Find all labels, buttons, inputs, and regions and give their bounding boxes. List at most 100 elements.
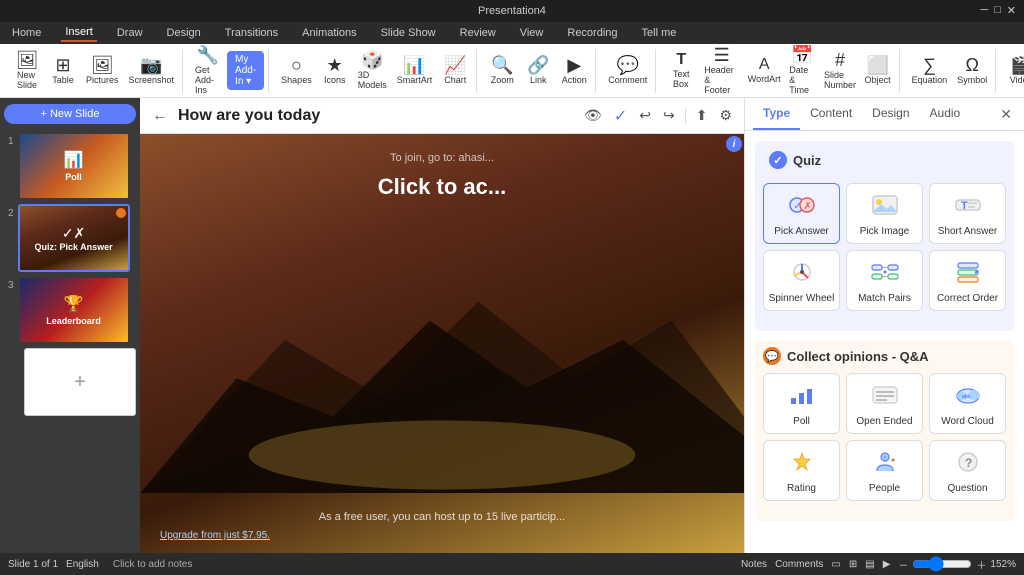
question-label: Question xyxy=(947,483,987,494)
correct-order-icon: ✓ xyxy=(954,261,982,289)
slide-item-1[interactable]: 1 📊 Poll xyxy=(4,132,136,200)
header-footer-button[interactable]: ☰ Header &Footer xyxy=(700,44,743,97)
slide-item-2[interactable]: 2 ✓✗ Quiz: Pick Answer xyxy=(4,204,136,272)
ribbon-tab-slideshow[interactable]: Slide Show xyxy=(377,25,440,41)
shapes-button[interactable]: ○ Shapes xyxy=(277,54,316,87)
title-bar-icons: ─ □ ✕ xyxy=(980,4,1016,17)
ribbon-tab-transitions[interactable]: Transitions xyxy=(221,25,282,41)
pick-answer-icon: ✓ ✗ xyxy=(788,194,816,222)
screenshot-button[interactable]: 📷 Screenshot xyxy=(125,54,179,87)
ribbon-tab-animations[interactable]: Animations xyxy=(298,25,360,41)
word-cloud-icon: abc xyxy=(954,384,982,412)
tab-type[interactable]: Type xyxy=(753,98,800,130)
notes-button[interactable]: Notes xyxy=(741,559,767,570)
pick-image-icon xyxy=(871,194,899,222)
canvas-area: ← How are you today 👁 ✓ ↩ ↪ ⬆ ⚙ To join,… xyxy=(140,98,744,553)
zoom-level[interactable]: 152% xyxy=(990,559,1016,570)
quiz-check-icon: ✓ xyxy=(769,151,787,169)
back-button[interactable]: ← xyxy=(150,105,170,127)
type-card-short-answer[interactable]: T Short Answer xyxy=(929,183,1006,244)
zoom-button[interactable]: 🔍 Zoom xyxy=(485,54,519,87)
table-button[interactable]: ⊞ Table xyxy=(46,54,80,87)
add-slide-button[interactable]: + xyxy=(24,348,136,416)
slide-badge-2 xyxy=(116,208,126,218)
short-answer-label: Short Answer xyxy=(938,226,997,237)
comments-button[interactable]: Comments xyxy=(775,559,823,570)
view-reading-icon[interactable]: ▤ xyxy=(865,559,874,570)
pictures-button[interactable]: 🖼 Pictures xyxy=(82,54,123,87)
add-ins-button[interactable]: 🔧 Get Add-Ins xyxy=(191,44,225,97)
date-time-button[interactable]: 📅 Date &Time xyxy=(785,44,819,97)
minimize-icon[interactable]: ─ xyxy=(980,4,988,17)
slide-item-3[interactable]: 3 🏆 Leaderboard xyxy=(4,276,136,344)
link-button[interactable]: 🔗 Link xyxy=(521,54,555,87)
equation-button[interactable]: ∑ Equation xyxy=(908,54,952,87)
open-ended-icon xyxy=(871,384,899,412)
type-card-correct-order[interactable]: ✓ Correct Order xyxy=(929,250,1006,311)
info-badge[interactable]: i xyxy=(726,136,742,152)
type-card-spinner-wheel[interactable]: Spinner Wheel xyxy=(763,250,840,311)
icons-button[interactable]: ★ Icons xyxy=(318,54,352,87)
type-card-open-ended[interactable]: Open Ended xyxy=(846,373,923,434)
chart-button[interactable]: 📈 Chart xyxy=(438,54,472,87)
tab-design[interactable]: Design xyxy=(862,98,919,130)
ribbon-tab-insert[interactable]: Insert xyxy=(61,24,97,42)
ribbon-tab-review[interactable]: Review xyxy=(456,25,500,41)
my-addins-button[interactable]: My Add-In ▾ xyxy=(227,51,264,90)
type-card-poll[interactable]: Poll xyxy=(763,373,840,434)
panel-close-button[interactable]: ✕ xyxy=(996,102,1016,127)
view-slide-icon[interactable]: ⊞ xyxy=(849,559,857,570)
slide-number-icon: # xyxy=(835,51,845,69)
zoom-in-button[interactable]: ＋ xyxy=(976,557,986,572)
type-card-word-cloud[interactable]: abc Word Cloud xyxy=(929,373,1006,434)
settings-icon[interactable]: ⚙ xyxy=(717,105,734,126)
zoom-out-button[interactable]: － xyxy=(898,557,908,572)
view-normal-icon[interactable]: ▭ xyxy=(831,559,840,570)
view-show-icon[interactable]: ▶ xyxy=(883,559,891,570)
comment-icon: 💬 xyxy=(617,56,639,74)
type-card-pick-answer[interactable]: ✓ ✗ Pick Answer xyxy=(763,183,840,244)
ribbon-tab-tellme[interactable]: Tell me xyxy=(638,25,681,41)
check-icon[interactable]: ✓ xyxy=(612,104,629,128)
slide-info: Slide 1 of 1 xyxy=(8,559,58,570)
tab-audio[interactable]: Audio xyxy=(920,98,971,130)
slide-thumb-2[interactable]: ✓✗ Quiz: Pick Answer xyxy=(18,204,130,272)
new-slide-label: NewSlide xyxy=(17,70,37,90)
type-card-rating[interactable]: Rating xyxy=(763,440,840,501)
new-slide-panel-button[interactable]: + New Slide xyxy=(4,104,136,124)
tab-content[interactable]: Content xyxy=(800,98,862,130)
type-card-match-pairs[interactable]: Match Pairs xyxy=(846,250,923,311)
object-button[interactable]: ⬜ Object xyxy=(861,54,895,87)
collect-icon: 💬 xyxy=(763,347,781,365)
comment-button[interactable]: 💬 Comment xyxy=(604,54,651,87)
textbox-button[interactable]: T TextBox xyxy=(664,50,698,91)
slide-number-button[interactable]: # SlideNumber xyxy=(821,49,858,92)
video-button[interactable]: 🎬 Video xyxy=(1004,54,1024,87)
undo-icon[interactable]: ↩ xyxy=(637,105,653,126)
close-icon[interactable]: ✕ xyxy=(1007,4,1016,17)
type-card-pick-image[interactable]: Pick Image xyxy=(846,183,923,244)
wordart-button[interactable]: A WordArt xyxy=(745,55,783,86)
eye-icon[interactable]: 👁 xyxy=(582,105,604,126)
type-card-question[interactable]: ? Question xyxy=(929,440,1006,501)
3d-models-button[interactable]: 🎲 3DModels xyxy=(354,49,391,92)
ribbon-tab-recording[interactable]: Recording xyxy=(563,25,621,41)
type-card-people[interactable]: People xyxy=(846,440,923,501)
ribbon-tab-draw[interactable]: Draw xyxy=(113,25,147,41)
upgrade-link[interactable]: Upgrade from just $7.95. xyxy=(160,530,270,541)
ribbon-tab-view[interactable]: View xyxy=(516,25,548,41)
smartart-button[interactable]: 📊 SmartArt xyxy=(393,54,437,87)
ribbon-tab-design[interactable]: Design xyxy=(163,25,205,41)
ribbon-tab-home[interactable]: Home xyxy=(8,25,45,41)
symbol-button[interactable]: Ω Symbol xyxy=(953,54,991,87)
maximize-icon[interactable]: □ xyxy=(994,4,1001,17)
share-icon[interactable]: ⬆ xyxy=(694,105,710,126)
slide-item-add[interactable]: + xyxy=(4,348,136,416)
slide-thumb-1[interactable]: 📊 Poll xyxy=(18,132,130,200)
action-button[interactable]: ▶ Action xyxy=(557,54,591,87)
slide-thumb-3[interactable]: 🏆 Leaderboard xyxy=(18,276,130,344)
collect-label: Collect opinions - Q&A xyxy=(787,349,929,364)
zoom-slider[interactable] xyxy=(912,556,972,572)
new-slide-button[interactable]: 🖼 NewSlide xyxy=(10,49,44,92)
redo-icon[interactable]: ↪ xyxy=(661,105,677,126)
